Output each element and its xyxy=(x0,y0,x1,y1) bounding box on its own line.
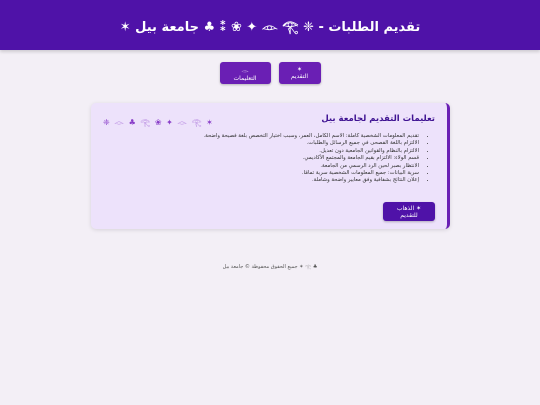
go-to-apply-button[interactable]: ✶ الذهاب للتقديم xyxy=(383,202,435,221)
list-item: سرية البيانات: جميع المعلومات الشخصية سر… xyxy=(107,170,419,177)
list-item: قسم الولاء: الالتزام بقيم الجامعة والمجت… xyxy=(107,155,419,162)
top-nav: ✶ التقديم 𓁹 التعليمات xyxy=(0,62,540,84)
list-item: تقديم المعلومات الشخصية كاملة: الاسم الك… xyxy=(107,133,419,140)
card-title: تعليمات التقديم لجامعة بيل xyxy=(321,114,435,124)
list-item: الالتزام باللغة الفصحى في جميع الرسائل و… xyxy=(107,140,419,147)
footer: ♣ 𓂀 ✶ جميع الحقوق محفوظة © جامعة بيل xyxy=(0,261,540,270)
instructions-card: تعليمات التقديم لجامعة بيل ✶ 𓁹 ♣ 𓂀 ❀ ✦ 𓁹… xyxy=(91,103,450,229)
list-item: إعلان النتائج بشفافية وفق معايير واضحة و… xyxy=(107,177,419,184)
decorative-symbols: ✶ 𓁹 ♣ 𓂀 ❀ ✦ 𓁹 𓂀 ❈ xyxy=(103,118,214,127)
page-title: تقديم الطلبات - ❈ 𓁹 𓂀 ✦ ❀ ⁑ ♣ جامعة بيل … xyxy=(119,19,421,35)
apply-button[interactable]: ✶ التقديم xyxy=(278,62,321,84)
instructions-list: تقديم المعلومات الشخصية كاملة: الاسم الك… xyxy=(107,133,427,185)
list-item: الانتظار بصبر لحين الرد الرسمي من الجامع… xyxy=(107,163,419,170)
instructions-button[interactable]: 𓁹 التعليمات xyxy=(219,62,271,84)
copyright-text: ♣ 𓂀 ✶ جميع الحقوق محفوظة © جامعة بيل xyxy=(222,264,318,270)
page-header: تقديم الطلبات - ❈ 𓁹 𓂀 ✦ ❀ ⁑ ♣ جامعة بيل … xyxy=(0,0,540,50)
